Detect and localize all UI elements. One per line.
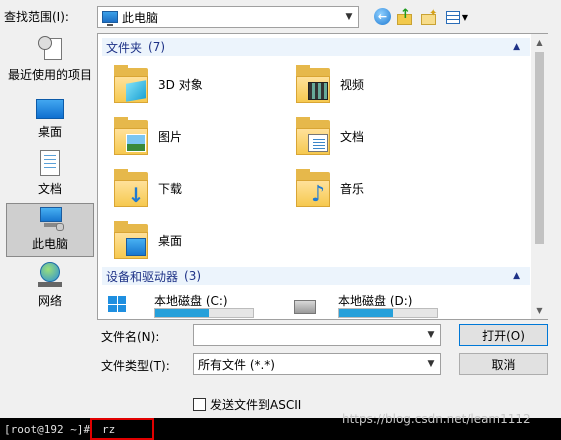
folder-label: 音乐 [340,181,365,196]
documents-icon [36,150,64,176]
new-folder-icon[interactable]: ✦ [420,8,438,26]
folder-item[interactable]: 桌面 [112,216,292,264]
up-folder-icon[interactable]: ↑ [396,7,414,26]
folder-label: 图片 [158,129,183,144]
place-network[interactable]: 网络 [6,259,94,313]
cancel-button[interactable]: 取消 [459,353,548,375]
look-in-value: 此电脑 [122,10,159,25]
filename-label: 文件名(N): [101,330,160,344]
drive-usage-fill [339,309,393,317]
group-header-folders[interactable]: 文件夹 (7) ▲ [102,38,530,56]
chevron-down-icon[interactable]: ▼ [422,354,440,374]
videos-folder-icon [294,64,332,104]
collapse-chevron-icon[interactable]: ▲ [513,42,520,52]
chevron-down-icon[interactable]: ▼ [340,7,358,27]
music-folder-icon: ♪ [294,168,332,208]
place-this-pc[interactable]: 此电脑 [6,203,94,257]
folder-label: 下载 [158,181,183,196]
drive-usage-bar [338,308,438,318]
folder-label: 桌面 [158,233,183,248]
folder-label: 文档 [340,129,365,144]
filename-input[interactable]: ▼ [193,324,441,346]
terminal-command: rz [102,423,116,436]
group-count: (7) [148,40,166,54]
network-icon [36,262,64,288]
folder-item[interactable]: 视频 [294,60,474,108]
scroll-up-icon[interactable]: ▲ [531,34,548,51]
place-label: 文档 [37,182,62,196]
folder-label: 3D 对象 [158,77,203,92]
recent-items-icon [36,36,64,62]
drive-label: 本地磁盘 (D:) [338,294,413,308]
drive-usage-fill [155,309,209,317]
desktop-icon [36,99,64,119]
place-recent-items[interactable]: 最近使用的项目 [6,33,94,87]
place-desktop[interactable]: 桌面 [6,90,94,144]
terminal-command-highlight: rz [90,418,154,440]
drive-item[interactable]: 本地磁盘 (C:) [98,290,298,319]
terminal-prompt: [root@192 ~]# [4,423,91,436]
ascii-label: 发送文件到ASCII [210,398,302,412]
pictures-folder-icon [112,116,150,156]
scroll-thumb[interactable] [535,52,544,244]
filetype-value: 所有文件 (*.*) [198,357,275,372]
folder-item[interactable]: ♪ 音乐 [294,164,474,212]
group-name: 文件夹 [106,40,143,55]
open-button[interactable]: 打开(O) [459,324,548,346]
this-pc-icon [102,11,118,26]
drive-label: 本地磁盘 (C:) [154,294,228,308]
filetype-select[interactable]: 所有文件 (*.*) ▼ [193,353,441,375]
desktop-folder-icon [112,220,150,260]
places-bar: 最近使用的项目 桌面 文档 此电脑 网络 [4,33,94,320]
file-list[interactable]: 文件夹 (7) ▲ 3D 对象 视频 图片 文档 ↓ 下载 ♪ 音乐 桌面 设备… [97,33,548,320]
hard-drive-icon [294,300,316,314]
folder-item[interactable]: 3D 对象 [112,60,292,108]
watermark: https://blog.csdn.net/leam1112 [342,412,531,426]
place-label: 桌面 [37,125,62,139]
folder-item[interactable]: 文档 [294,112,474,160]
place-label: 网络 [37,294,62,308]
back-icon[interactable]: ← [374,8,391,25]
look-in-label: 查找范围(I): [4,10,69,24]
group-count: (3) [184,269,202,283]
collapse-chevron-icon[interactable]: ▲ [513,271,520,281]
scroll-down-icon[interactable]: ▼ [531,302,548,319]
view-menu-icon[interactable]: ▼ [444,8,470,26]
this-pc-icon [36,205,64,231]
filetype-label: 文件类型(T): [101,359,170,373]
look-in-combo[interactable]: 此电脑 ▼ [97,6,359,28]
group-header-drives[interactable]: 设备和驱动器 (3) ▲ [102,267,530,285]
drive-item[interactable]: 本地磁盘 (D:) [282,290,482,319]
group-name: 设备和驱动器 [106,269,179,284]
vertical-scrollbar[interactable]: ▲ ▼ [531,34,548,319]
drive-usage-bar [154,308,254,318]
ascii-option[interactable]: 发送文件到ASCII [193,396,301,413]
place-documents[interactable]: 文档 [6,147,94,201]
documents-folder-icon [294,116,332,156]
ascii-checkbox[interactable] [193,398,206,411]
windows-logo-icon [108,296,126,312]
folder-item[interactable]: ↓ 下载 [112,164,292,212]
place-label: 最近使用的项目 [7,68,92,82]
3d-objects-folder-icon [112,64,150,104]
chevron-down-icon[interactable]: ▼ [422,325,440,345]
downloads-folder-icon: ↓ [112,168,150,208]
folder-item[interactable]: 图片 [112,112,292,160]
place-label: 此电脑 [31,237,68,251]
folder-label: 视频 [340,77,365,92]
